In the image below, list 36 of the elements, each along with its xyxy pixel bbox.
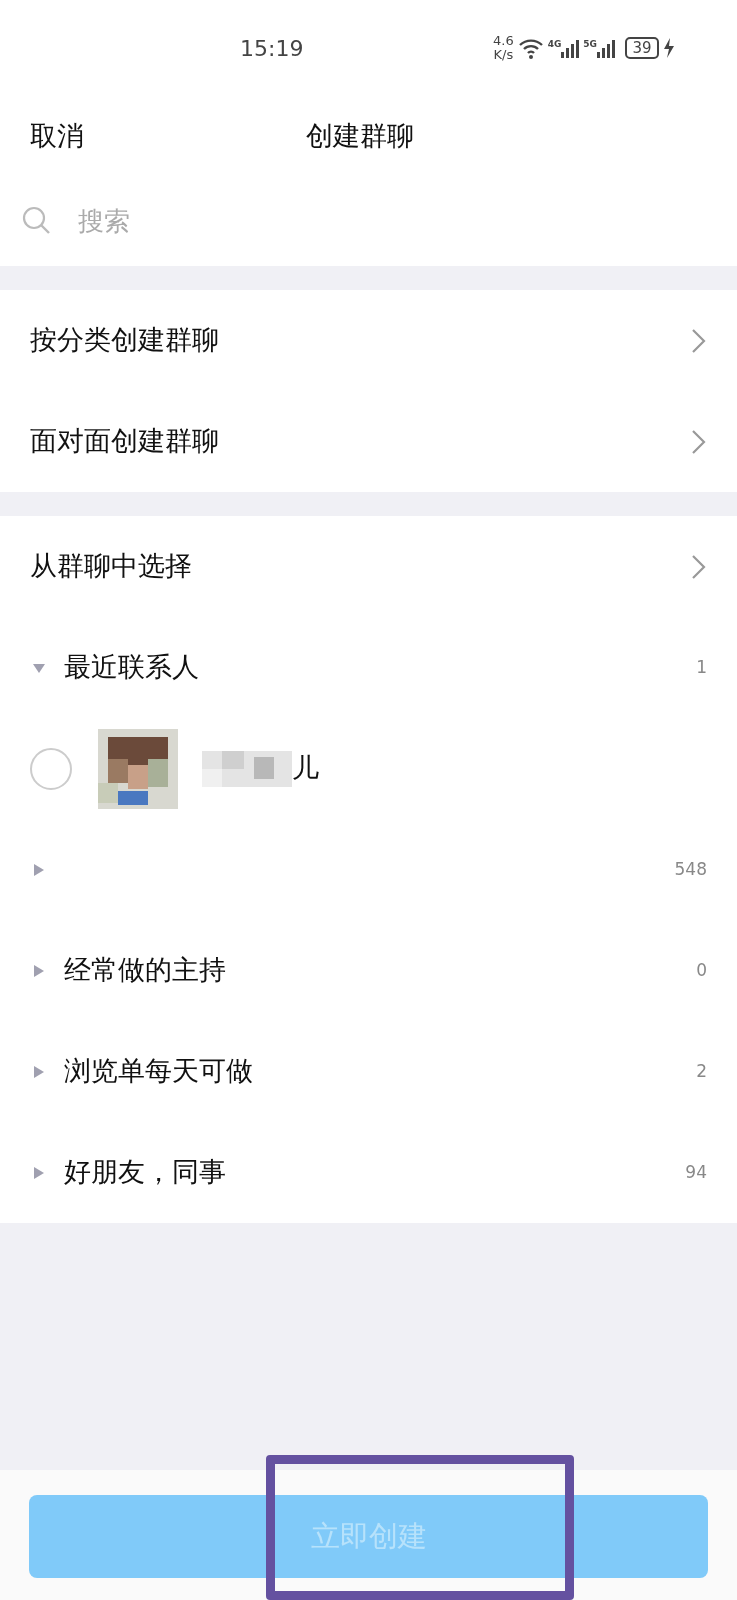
- page-title: 创建群聊: [306, 118, 414, 153]
- chevron-right-icon: [691, 428, 707, 455]
- member-count: 0: [696, 958, 707, 982]
- menu-row[interactable]: 面对面创建群聊: [0, 391, 737, 492]
- network-speed: 4.6 K/s: [493, 33, 514, 63]
- group-row[interactable]: 经常做的主持 0: [0, 920, 737, 1021]
- member-count: 94: [685, 1160, 707, 1184]
- group-row[interactable]: 浏览单每天可做 2: [0, 1021, 737, 1122]
- contact-row[interactable]: 儿: [0, 718, 737, 819]
- member-count: 1: [696, 655, 707, 679]
- wifi-icon: [517, 36, 544, 60]
- chevron-right-icon: [691, 553, 707, 580]
- group-name: 最近联系人: [64, 650, 199, 685]
- group-row[interactable]: 好朋友，同事 94: [0, 1122, 737, 1223]
- member-count: 548: [674, 857, 707, 881]
- chevron-right-icon: [691, 327, 707, 354]
- member-count: 2: [696, 1059, 707, 1083]
- group-name: 经常做的主持: [64, 953, 226, 988]
- signal-bars-icon: [597, 38, 615, 58]
- group-row[interactable]: 548: [0, 819, 737, 920]
- group-name: 浏览单每天可做: [64, 1054, 253, 1089]
- cancel-link[interactable]: 取消: [30, 115, 84, 157]
- menu-row[interactable]: 按分类创建群聊: [0, 290, 737, 391]
- network-type: 4G: [547, 38, 562, 51]
- contact-name: 儿: [292, 751, 319, 786]
- group-name: 好朋友，同事: [64, 1155, 226, 1190]
- menu-row[interactable]: 从群聊中选择: [0, 516, 737, 617]
- clock: 15:19: [240, 34, 304, 63]
- group-row[interactable]: 最近联系人 1: [0, 617, 737, 718]
- search-icon: [22, 206, 52, 236]
- battery-level: 39: [625, 37, 659, 59]
- search-field[interactable]: 搜索: [76, 200, 376, 242]
- signal-bars-icon: [561, 38, 580, 58]
- network-type: 5G: [583, 38, 597, 51]
- radio-button[interactable]: [30, 747, 72, 790]
- charging-icon: [663, 38, 675, 58]
